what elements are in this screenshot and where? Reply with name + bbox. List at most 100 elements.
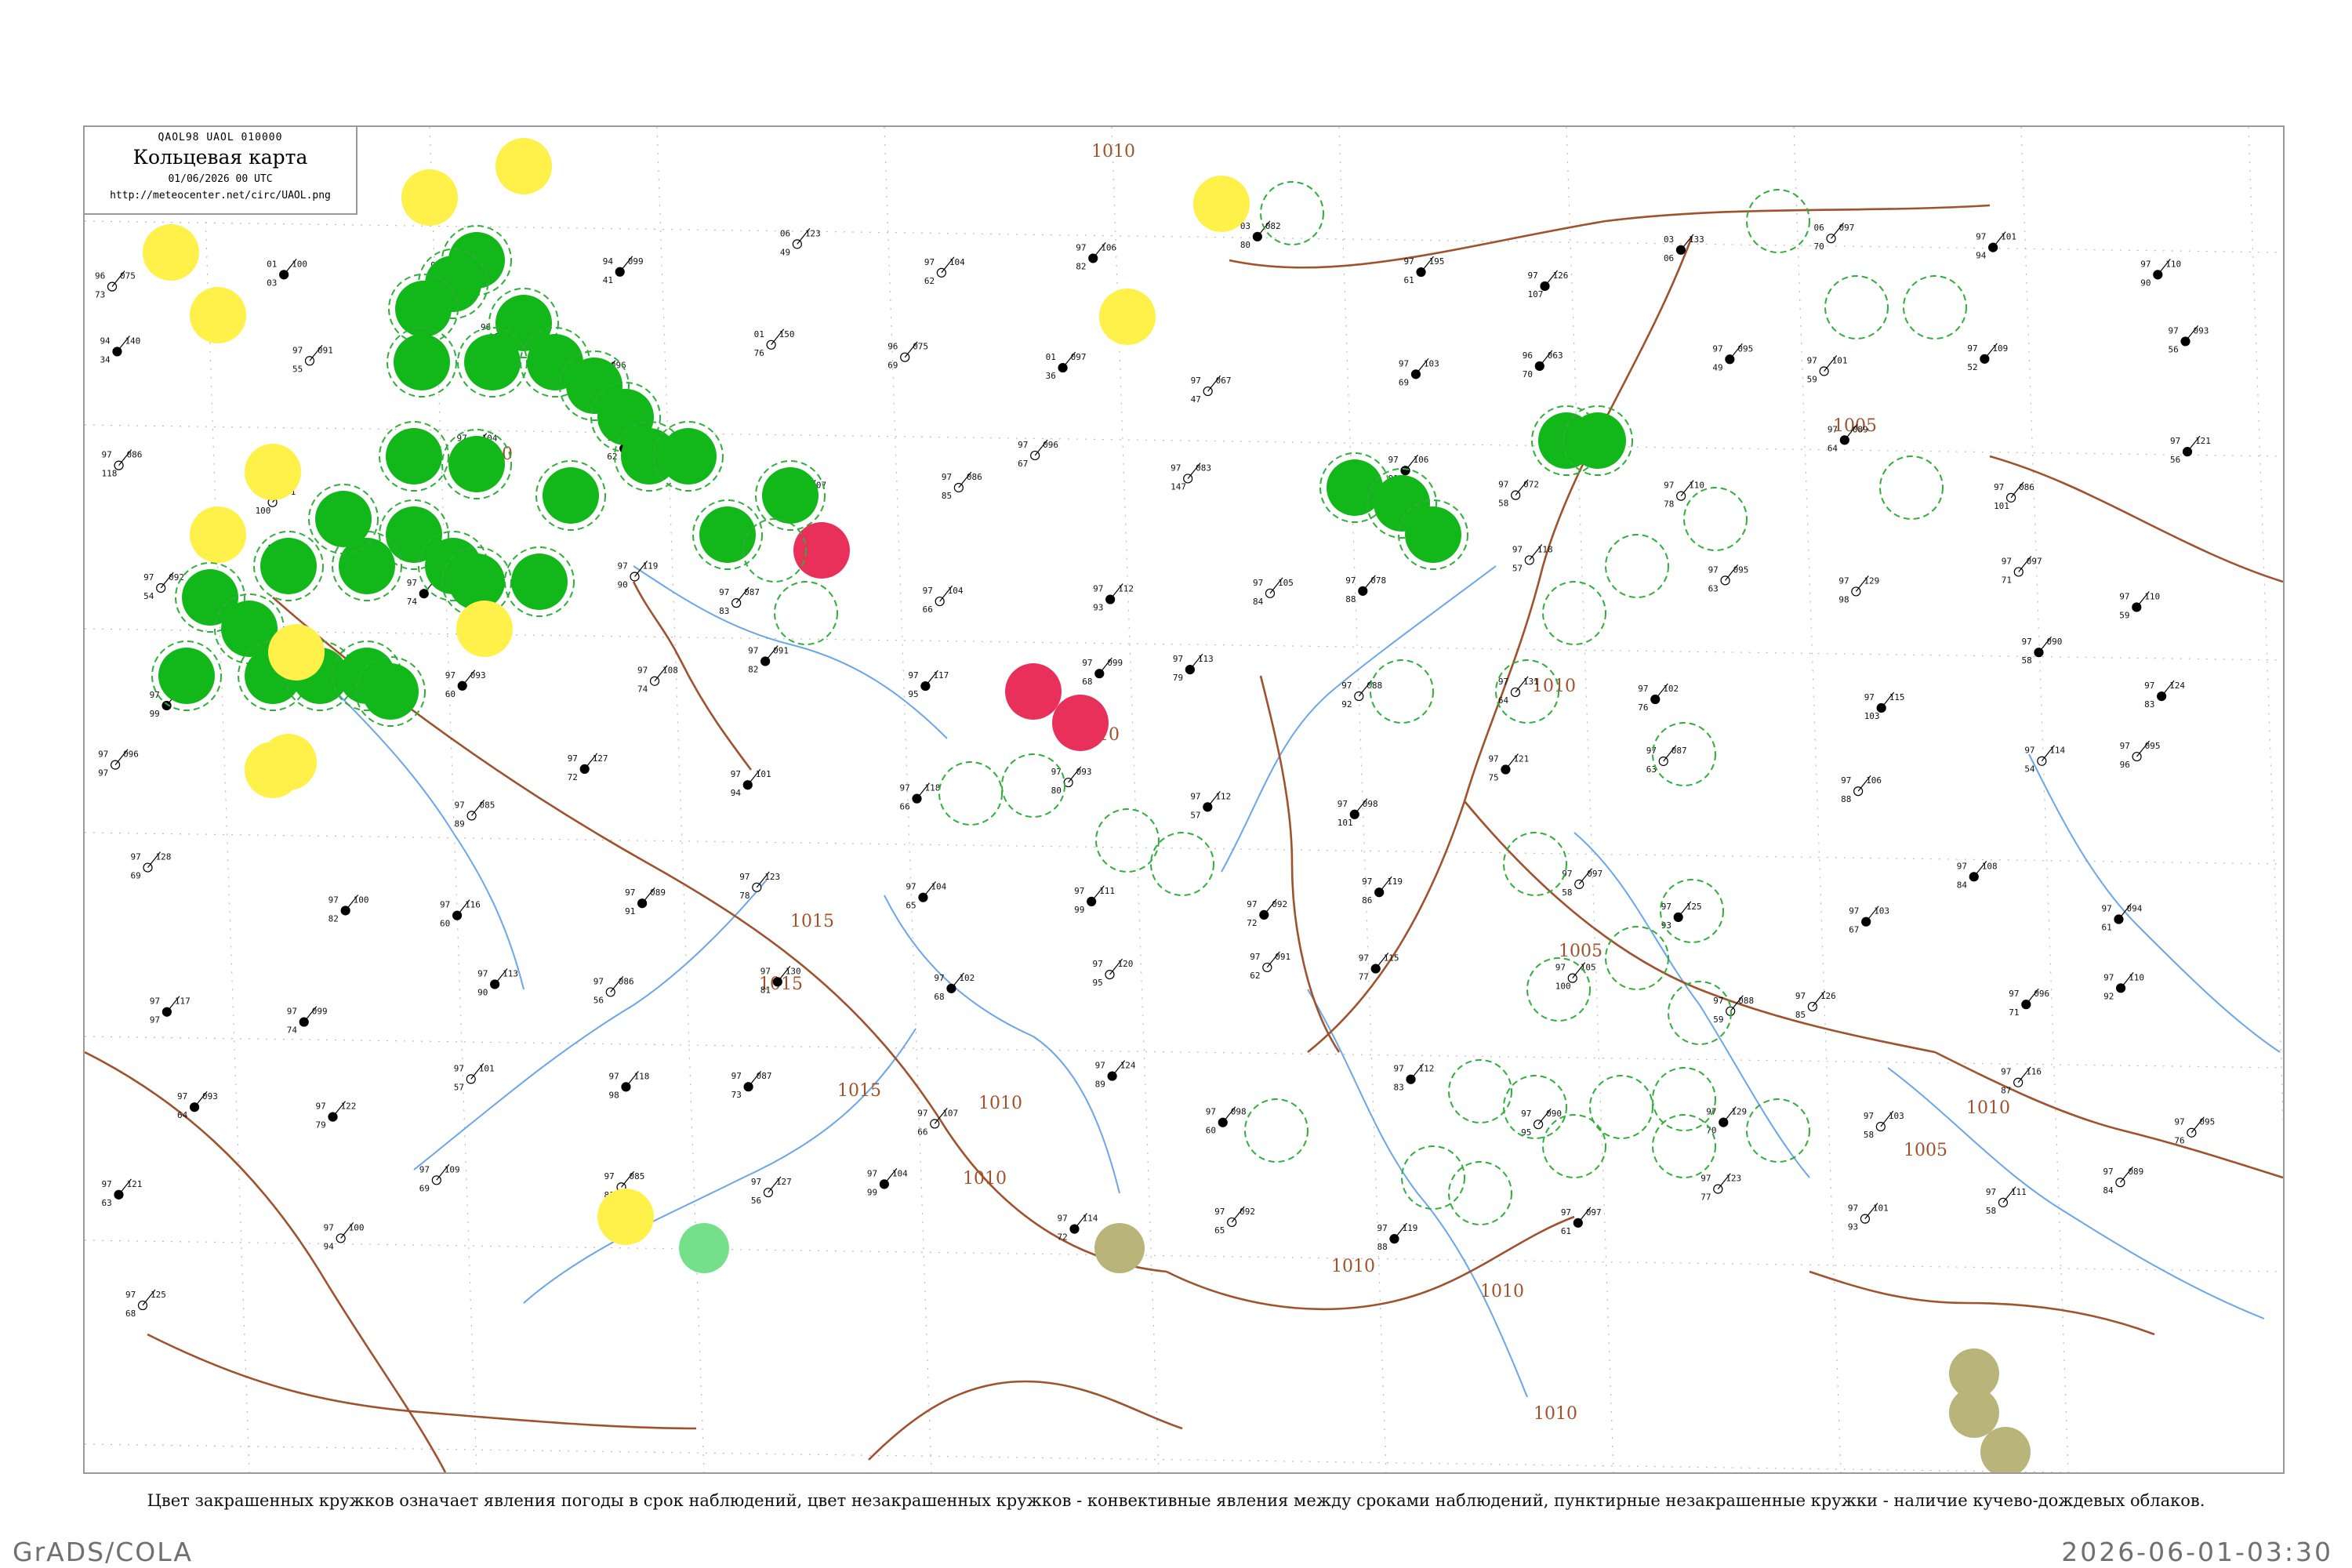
rain-circle xyxy=(395,281,452,337)
station-dewpoint: 82 xyxy=(328,913,339,924)
river-line xyxy=(1573,832,1810,1178)
station-temperature: 97 xyxy=(2103,972,2114,982)
station-plot: 97 126 107 xyxy=(1528,270,1568,299)
station-dewpoint: 71 xyxy=(2009,1007,2019,1018)
station-plot: 97 121 56 xyxy=(2170,435,2211,465)
station-dewpoint: 56 xyxy=(2169,344,2179,354)
station-plot: 97 112 83 xyxy=(1394,1063,1434,1093)
cb-cloud-ring xyxy=(1903,275,1967,339)
isobar-line xyxy=(1307,236,1693,1054)
station-temperature: 97 xyxy=(934,973,944,983)
station-pressure: 101 xyxy=(756,769,771,779)
rain-circle xyxy=(362,663,419,720)
station-pressure: 103 xyxy=(1874,906,1889,916)
station-dewpoint: 57 xyxy=(1512,563,1523,573)
station-dewpoint: 60 xyxy=(440,919,450,929)
station-pressure: 117 xyxy=(175,996,191,1007)
station-pressure: 096 xyxy=(2034,989,2049,999)
station-dewpoint: 84 xyxy=(2103,1185,2114,1196)
station-pressure: 089 xyxy=(1853,424,1868,434)
station-pressure: 089 xyxy=(650,887,666,898)
station-pressure: 086 xyxy=(619,976,634,986)
station-pressure: 115 xyxy=(1384,953,1399,964)
station-temperature: 97 xyxy=(1388,455,1399,465)
station-dewpoint: 147 xyxy=(1171,481,1186,492)
station-dewpoint: 70 xyxy=(1523,369,1533,379)
station-temperature: 97 xyxy=(917,1108,927,1118)
station-temperature: 97 xyxy=(292,345,303,355)
station-dewpoint: 60 xyxy=(1206,1126,1216,1136)
thunderstorm-circle xyxy=(793,522,850,579)
station-temperature: 01 xyxy=(754,329,764,339)
station-dewpoint: 47 xyxy=(1191,394,1201,405)
station-pressure: 100 xyxy=(349,1222,365,1232)
station-plot: 97 105 84 xyxy=(1253,577,1294,607)
station-plot: 97 129 98 xyxy=(1838,575,1879,604)
station-dewpoint: 93 xyxy=(1093,603,1103,613)
station-dewpoint: 83 xyxy=(1394,1083,1404,1093)
station-temperature: 97 xyxy=(1250,952,1260,962)
station-plot: 97 110 59 xyxy=(2119,591,2160,620)
station-pressure: 119 xyxy=(1387,877,1403,887)
station-dewpoint: 90 xyxy=(2140,278,2151,288)
cb-cloud-ring xyxy=(1401,1145,1465,1210)
station-dewpoint: 101 xyxy=(1338,818,1353,828)
station-plot: 97 121 75 xyxy=(1488,753,1529,783)
rain-circle xyxy=(386,428,442,485)
station-plot: 97 096 71 xyxy=(2009,988,2049,1018)
cloud-cover-marker xyxy=(162,1007,172,1017)
station-temperature: 97 xyxy=(1638,684,1648,694)
station-plot: 97 086 118 xyxy=(102,449,142,479)
station-pressure: 082 xyxy=(1265,221,1281,231)
station-temperature: 97 xyxy=(454,1063,464,1073)
station-plot: 97 103 67 xyxy=(1849,906,1889,935)
cloud-cover-marker xyxy=(1203,802,1213,812)
station-plot: 97 093 60 xyxy=(445,670,486,699)
cb-cloud-ring xyxy=(1746,189,1810,253)
station-dewpoint: 79 xyxy=(316,1120,326,1131)
station-temperature: 97 xyxy=(2174,1117,2184,1127)
parallel-line xyxy=(85,1443,2096,1472)
station-plot: 97 096 97 xyxy=(98,749,139,779)
station-dewpoint: 67 xyxy=(1849,925,1859,935)
station-pressure: 092 xyxy=(169,572,184,583)
station-pressure: 072 xyxy=(1523,480,1539,490)
station-dewpoint: 06 xyxy=(1664,253,1674,263)
station-dewpoint: 79 xyxy=(1173,673,1183,683)
station-plot: 97 101 94 xyxy=(1976,231,2016,261)
station-temperature: 96 xyxy=(1523,350,1533,361)
station-temperature: 97 xyxy=(2009,989,2019,999)
station-pressure: 096 xyxy=(1043,440,1058,450)
station-temperature: 97 xyxy=(1708,564,1719,575)
source-url[interactable]: http://meteocenter.net/circ/UAOL.png xyxy=(85,190,356,201)
station-dewpoint: 98 xyxy=(608,1090,619,1100)
station-pressure: 100 xyxy=(354,895,369,905)
station-dewpoint: 68 xyxy=(1082,677,1092,687)
drizzle-circle xyxy=(495,138,552,194)
isobar-label: 1010 xyxy=(1534,1404,1577,1424)
station-pressure: 086 xyxy=(2019,482,2034,492)
station-plot: 97 101 94 xyxy=(731,768,771,798)
isobar-label: 1015 xyxy=(837,1081,881,1101)
station-dewpoint: 89 xyxy=(455,818,465,829)
station-temperature: 97 xyxy=(419,1164,430,1174)
station-temperature: 97 xyxy=(1828,424,1838,434)
station-plot: 97 119 86 xyxy=(1362,876,1403,906)
station-pressure: 118 xyxy=(633,1071,649,1081)
rain-circle xyxy=(394,334,450,390)
station-temperature: 97 xyxy=(2002,556,2012,566)
station-plot: 97 108 84 xyxy=(1957,860,1998,890)
station-temperature: 97 xyxy=(1864,1111,1874,1121)
station-dewpoint: 66 xyxy=(923,604,933,615)
station-pressure: 078 xyxy=(1370,575,1386,586)
station-plot: 97 120 95 xyxy=(1093,958,1133,988)
shower-circle xyxy=(679,1223,729,1273)
cloud-cover-marker xyxy=(2153,270,2163,280)
station-temperature: 97 xyxy=(1076,242,1086,252)
station-pressure: 092 xyxy=(1240,1207,1255,1217)
station-pressure: 095 xyxy=(1737,343,1753,354)
station-dewpoint: 58 xyxy=(1498,499,1508,509)
station-plot: 97 110 92 xyxy=(2103,971,2144,1001)
station-temperature: 01 xyxy=(267,259,277,269)
station-pressure: 124 xyxy=(1120,1061,1136,1071)
